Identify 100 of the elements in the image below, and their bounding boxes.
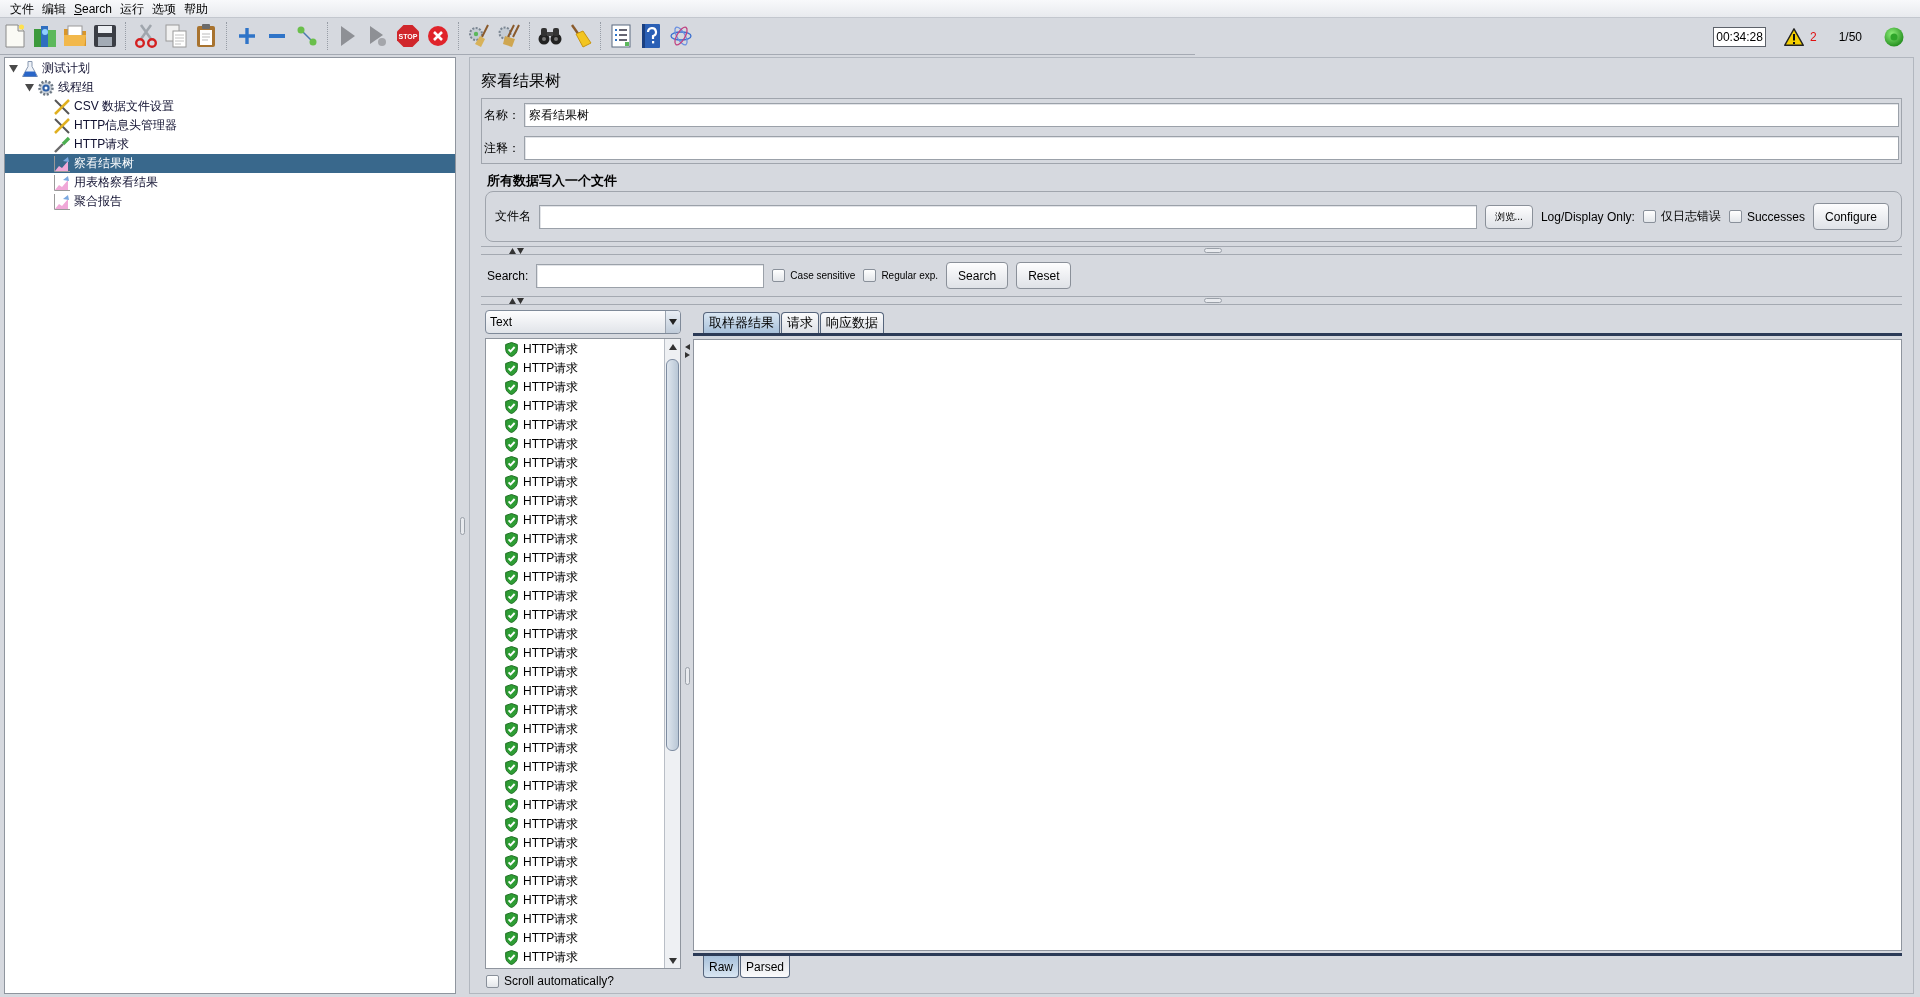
split-arrows-icon[interactable] — [684, 344, 690, 358]
tree-item[interactable]: 线程组 — [5, 78, 455, 97]
comment-field[interactable] — [524, 136, 1899, 160]
field-label: 名称： — [484, 106, 520, 124]
checkbox[interactable] — [486, 974, 499, 988]
result-item[interactable]: HTTP请求 — [486, 454, 664, 473]
scroll-down-icon[interactable] — [668, 957, 677, 964]
folder-icon — [63, 25, 87, 47]
tab[interactable]: 请求 — [781, 312, 819, 333]
tree-item[interactable]: 聚合报告 — [5, 192, 455, 211]
field-label: 注释： — [484, 139, 520, 157]
gear-icon — [38, 79, 54, 96]
brooms-icon — [498, 24, 520, 48]
tab[interactable]: 响应数据 — [820, 312, 884, 333]
checkbox[interactable] — [772, 269, 786, 282]
connector-icon — [297, 26, 317, 46]
menu-item[interactable]: 编辑 — [38, 0, 70, 17]
renderer-dropdown[interactable]: Text — [485, 310, 681, 334]
checkbox[interactable] — [1728, 210, 1742, 223]
scrollbar[interactable] — [664, 339, 680, 968]
result-item[interactable]: HTTP请求 — [486, 777, 664, 796]
result-item[interactable]: HTTP请求 — [486, 530, 664, 549]
chart-icon — [54, 174, 70, 191]
configure-button[interactable]: Configure — [1812, 203, 1889, 230]
result-item[interactable]: HTTP请求 — [486, 739, 664, 758]
tab[interactable]: Parsed — [740, 956, 791, 978]
checkbox-label: Scroll automatically? — [504, 974, 615, 988]
menu-item[interactable]: 帮助 — [180, 0, 213, 17]
result-item[interactable]: HTTP请求 — [486, 511, 664, 530]
clipboard-icon — [196, 24, 216, 48]
tools-icon — [54, 117, 70, 134]
result-item[interactable]: HTTP请求 — [486, 378, 664, 397]
filename-field[interactable] — [539, 204, 1477, 229]
document-icon — [5, 24, 25, 48]
plus-icon — [239, 28, 255, 44]
tree-item[interactable]: HTTP请求 — [5, 135, 455, 154]
menu-item[interactable]: Search — [70, 0, 117, 17]
result-item[interactable]: HTTP请求 — [486, 872, 664, 891]
tree-item[interactable]: CSV 数据文件设置 — [5, 97, 455, 116]
result-item[interactable]: HTTP请求 — [486, 948, 664, 967]
result-item[interactable]: HTTP请求 — [486, 587, 664, 606]
tree-item[interactable]: 测试计划 — [5, 59, 455, 78]
result-item[interactable]: HTTP请求 — [486, 720, 664, 739]
split-arrows-icon[interactable] — [509, 297, 524, 304]
result-item[interactable]: HTTP请求 — [486, 758, 664, 777]
tree-item[interactable]: 察看结果树 — [5, 154, 455, 173]
result-item[interactable]: HTTP请求 — [486, 644, 664, 663]
checkbox-label: Case sensitive — [790, 270, 856, 281]
checkbox[interactable] — [1642, 210, 1656, 223]
browse-button[interactable]: 浏览... — [1484, 204, 1533, 229]
splitter-grip-icon[interactable] — [1204, 298, 1222, 303]
result-item[interactable]: HTTP请求 — [486, 834, 664, 853]
broom-icon — [569, 24, 591, 48]
result-item[interactable]: HTTP请求 — [486, 473, 664, 492]
result-item[interactable]: HTTP请求 — [486, 663, 664, 682]
help-icon — [642, 24, 660, 48]
menu-item[interactable]: 运行 — [116, 0, 149, 17]
caret-icon[interactable] — [8, 64, 18, 73]
result-item[interactable]: HTTP请求 — [486, 701, 664, 720]
result-item[interactable]: HTTP请求 — [486, 682, 664, 701]
scrollbar-thumb[interactable] — [666, 359, 679, 751]
result-item[interactable]: HTTP请求 — [486, 625, 664, 644]
scroll-up-icon[interactable] — [668, 343, 677, 350]
result-item[interactable]: HTTP请求 — [486, 492, 664, 511]
chart-icon — [54, 193, 70, 210]
split-arrows-icon[interactable] — [509, 247, 524, 254]
splitter-grip-icon[interactable] — [1204, 248, 1222, 253]
result-item[interactable]: HTTP请求 — [486, 359, 664, 378]
result-item[interactable]: HTTP请求 — [486, 340, 664, 359]
result-item[interactable]: HTTP请求 — [486, 416, 664, 435]
result-item[interactable]: HTTP请求 — [486, 796, 664, 815]
field-label: Log/Display Only: — [1540, 209, 1635, 224]
checkbox[interactable] — [863, 269, 877, 282]
menu-item[interactable]: 选项 — [148, 0, 181, 17]
result-item[interactable]: HTTP请求 — [486, 549, 664, 568]
pipette-icon — [54, 136, 70, 153]
books-icon — [33, 24, 57, 48]
result-item[interactable]: HTTP请求 — [486, 397, 664, 416]
result-item[interactable]: HTTP请求 — [486, 568, 664, 587]
search-button[interactable]: Search — [946, 262, 1009, 289]
result-item[interactable]: HTTP请求 — [486, 606, 664, 625]
result-item[interactable]: HTTP请求 — [486, 435, 664, 454]
result-item[interactable]: HTTP请求 — [486, 910, 664, 929]
splitter-grip-icon[interactable] — [460, 516, 465, 535]
name-field[interactable]: 察看结果树 — [524, 103, 1899, 127]
splitter-grip-icon[interactable] — [684, 666, 690, 685]
tab[interactable]: Raw — [703, 956, 739, 978]
save-icon — [94, 25, 116, 47]
result-item[interactable]: HTTP请求 — [486, 853, 664, 872]
result-item[interactable]: HTTP请求 — [486, 815, 664, 834]
dropdown-arrow-icon — [669, 319, 677, 325]
reset-button[interactable]: Reset — [1016, 262, 1072, 289]
caret-icon[interactable] — [24, 83, 34, 92]
tree-item[interactable]: HTTP信息头管理器 — [5, 116, 455, 135]
search-field[interactable] — [536, 263, 765, 288]
tab[interactable]: 取样器结果 — [703, 312, 780, 333]
tree-item[interactable]: 用表格察看结果 — [5, 173, 455, 192]
result-item[interactable]: HTTP请求 — [486, 891, 664, 910]
result-item[interactable]: HTTP请求 — [486, 929, 664, 948]
menu-item[interactable]: 文件 — [6, 0, 38, 17]
